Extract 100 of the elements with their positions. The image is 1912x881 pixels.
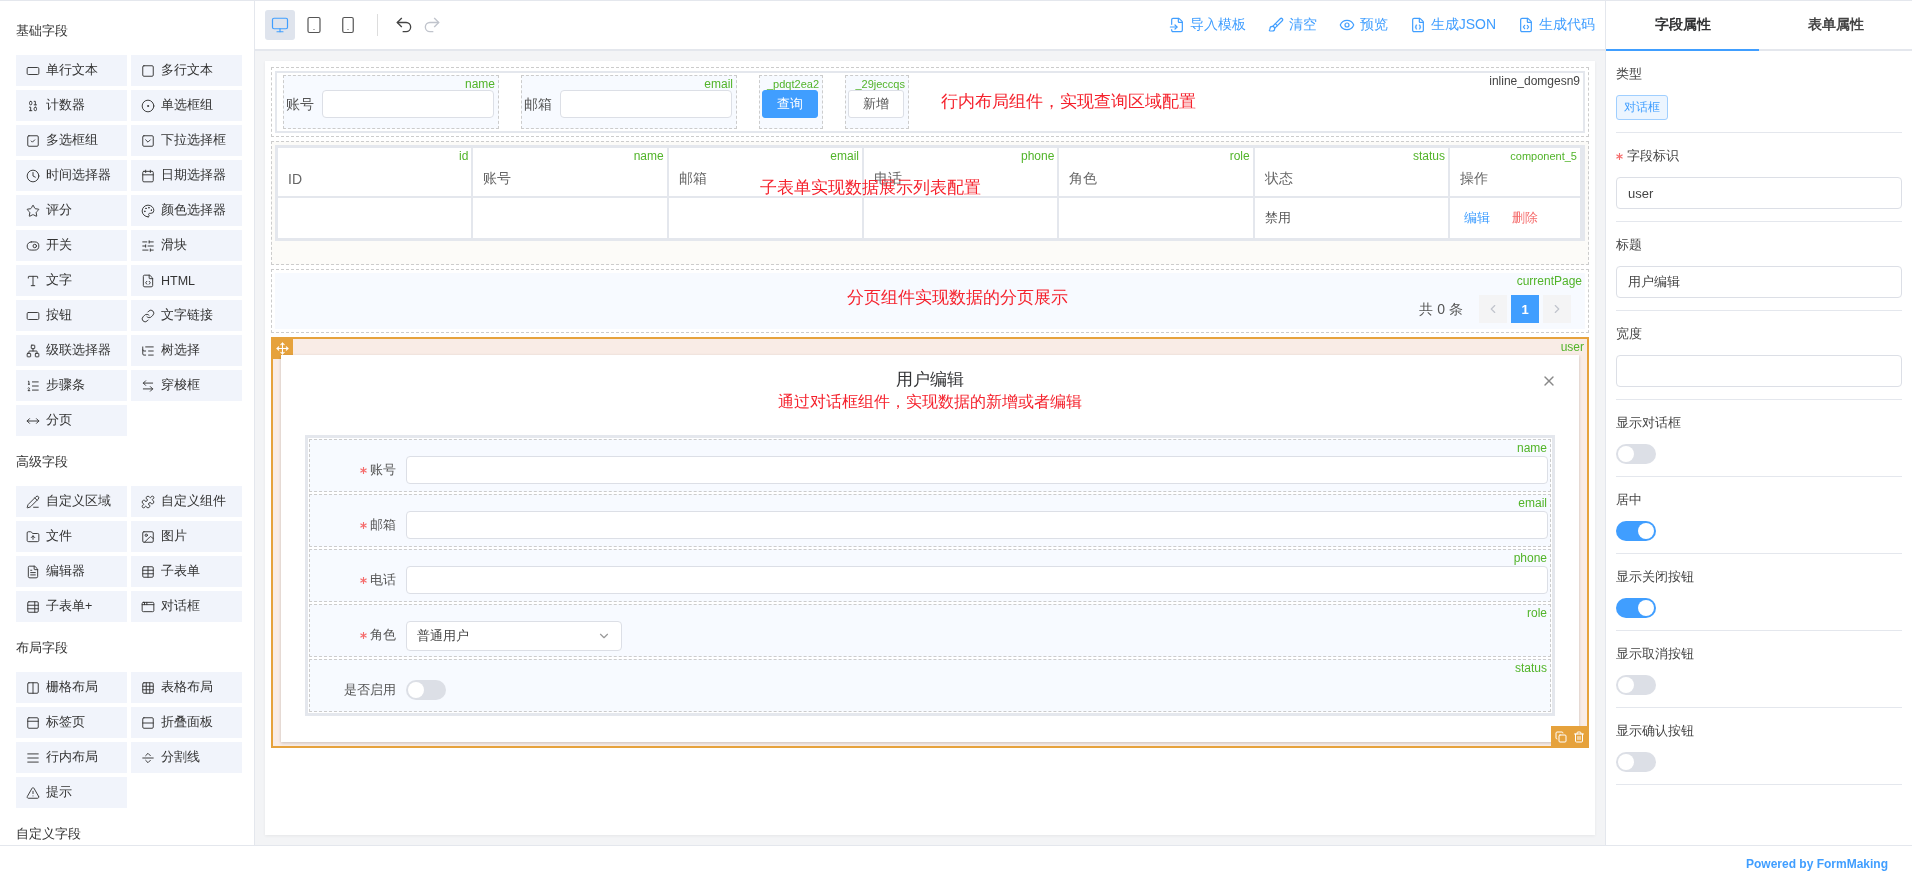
drag-handle[interactable]	[271, 337, 293, 359]
field-key: role	[1527, 606, 1547, 620]
component-item[interactable]: 多选框组	[16, 125, 127, 156]
toggle-switch[interactable]	[1616, 598, 1656, 618]
component-item[interactable]: 子表单	[131, 556, 242, 587]
table-list-icon	[26, 599, 40, 614]
next-page-button[interactable]	[1543, 295, 1571, 323]
previous-page-button[interactable]	[1479, 295, 1507, 323]
copy-button[interactable]	[1555, 731, 1567, 743]
component-item[interactable]: 图片	[131, 521, 242, 552]
input-field[interactable]	[406, 511, 1548, 539]
component-item[interactable]: 多行文本	[131, 55, 242, 86]
field-label: 邮箱	[370, 516, 396, 534]
component-item[interactable]: 对话框	[131, 591, 242, 622]
toggle-switch[interactable]	[1616, 752, 1656, 772]
section-title: 基础字段	[16, 22, 69, 40]
component-item[interactable]: 子表单+	[16, 591, 127, 622]
component-item[interactable]: 日期选择器	[131, 160, 242, 191]
component-item[interactable]: 行内布局	[16, 742, 127, 773]
image-icon	[141, 529, 155, 544]
tabs-icon	[26, 715, 40, 730]
field-label: 邮箱	[524, 95, 552, 114]
property-label: 显示对话框	[1616, 414, 1681, 432]
component-item[interactable]: 分割线	[131, 742, 242, 773]
copy-icon	[1555, 731, 1567, 743]
dialog-component[interactable]: user 用户编辑 通过对话框组件，实现数据的新增或者编辑 name 账号 email 邮箱 phone 电话 role 角色 普通用户 status 是否启用	[271, 337, 1589, 748]
input-field[interactable]: 用户编辑	[1616, 266, 1902, 298]
component-item[interactable]: 表格布局	[131, 672, 242, 703]
component-item[interactable]: 标签页	[16, 707, 127, 738]
warning-icon	[26, 785, 40, 800]
grid-icon	[141, 680, 155, 695]
field-key: component_5	[1510, 149, 1577, 163]
property-label: 居中	[1616, 491, 1642, 509]
tree-icon	[141, 343, 155, 358]
column-header: component_5 操作	[1450, 148, 1582, 198]
component-item[interactable]: 分页	[16, 405, 127, 436]
property-label: 显示取消按钮	[1616, 645, 1694, 663]
calendar-icon	[141, 168, 155, 183]
field-key: phone	[1020, 149, 1055, 163]
panel-tab[interactable]: 表单属性	[1759, 1, 1912, 51]
divider-icon	[141, 750, 155, 765]
input-field[interactable]	[1616, 355, 1902, 387]
field-label: 账号	[286, 95, 314, 114]
component-item[interactable]: 文件	[16, 521, 127, 552]
component-item[interactable]: 级联选择器	[16, 335, 127, 366]
component-item[interactable]: 穿梭框	[131, 370, 242, 401]
component-item[interactable]: HTML	[131, 265, 242, 296]
annotation: 行内布局组件，实现查询区域配置	[941, 91, 1196, 113]
dropdown-icon	[141, 133, 155, 148]
select-field[interactable]: 普通用户	[406, 621, 622, 651]
field-key: name	[1516, 441, 1547, 455]
panel-tab[interactable]: 字段属性	[1606, 1, 1759, 51]
component-item[interactable]: 时间选择器	[16, 160, 127, 191]
property-label: 显示关闭按钮	[1616, 568, 1694, 586]
input-field[interactable]	[560, 90, 732, 118]
editor-icon	[26, 564, 40, 579]
component-item[interactable]: 栅格布局	[16, 672, 127, 703]
component-item[interactable]: 自定义区域	[16, 486, 127, 517]
code-file-icon	[1518, 17, 1534, 33]
component-item[interactable]: 折叠面板	[131, 707, 242, 738]
component-item[interactable]: 单行文本	[16, 55, 127, 86]
component-item[interactable]: 文字链接	[131, 300, 242, 331]
field-key: email	[704, 77, 733, 91]
input-field[interactable]	[322, 90, 494, 118]
field-key: email	[830, 149, 859, 163]
clock-icon	[26, 168, 40, 183]
component-item[interactable]: 文字	[16, 265, 127, 296]
toggle-switch[interactable]	[1616, 521, 1656, 541]
property-label: 类型	[1616, 65, 1642, 83]
import-icon	[1168, 17, 1185, 33]
annotation: 通过对话框组件，实现数据的新增或者编辑	[778, 392, 1082, 412]
dialog-title: 用户编辑	[896, 369, 964, 391]
trash-icon	[1573, 731, 1585, 743]
component-item[interactable]: 树选择	[131, 335, 242, 366]
component-item[interactable]: 编辑器	[16, 556, 127, 587]
undo-icon	[394, 15, 414, 35]
component-item[interactable]: 单选框组	[131, 90, 242, 121]
component-item[interactable]: 按钮	[16, 300, 127, 331]
field-key: status	[1412, 149, 1445, 163]
input-field[interactable]	[406, 456, 1548, 484]
component-item[interactable]: 自定义组件	[131, 486, 242, 517]
component-item[interactable]: 颜色选择器	[131, 195, 242, 226]
toggle-switch[interactable]	[1616, 675, 1656, 695]
toggle-switch[interactable]	[406, 680, 446, 700]
input-field[interactable]: user	[1616, 177, 1902, 209]
component-item[interactable]: 计数器	[16, 90, 127, 121]
component-item[interactable]: 评分	[16, 195, 127, 226]
component-item[interactable]: 下拉选择框	[131, 125, 242, 156]
component-item[interactable]: 提示	[16, 777, 127, 808]
link-icon	[141, 308, 155, 323]
property-label: 显示确认按钮	[1616, 722, 1694, 740]
input-field[interactable]	[406, 566, 1548, 594]
query-button[interactable]: 新增	[848, 90, 904, 118]
component-item[interactable]: 步骤条	[16, 370, 127, 401]
component-item[interactable]: 开关	[16, 230, 127, 261]
delete-button[interactable]	[1573, 731, 1585, 743]
toggle-switch[interactable]	[1616, 444, 1656, 464]
html-file-icon	[141, 273, 155, 288]
window-icon	[141, 599, 155, 614]
component-item[interactable]: 滑块	[131, 230, 242, 261]
